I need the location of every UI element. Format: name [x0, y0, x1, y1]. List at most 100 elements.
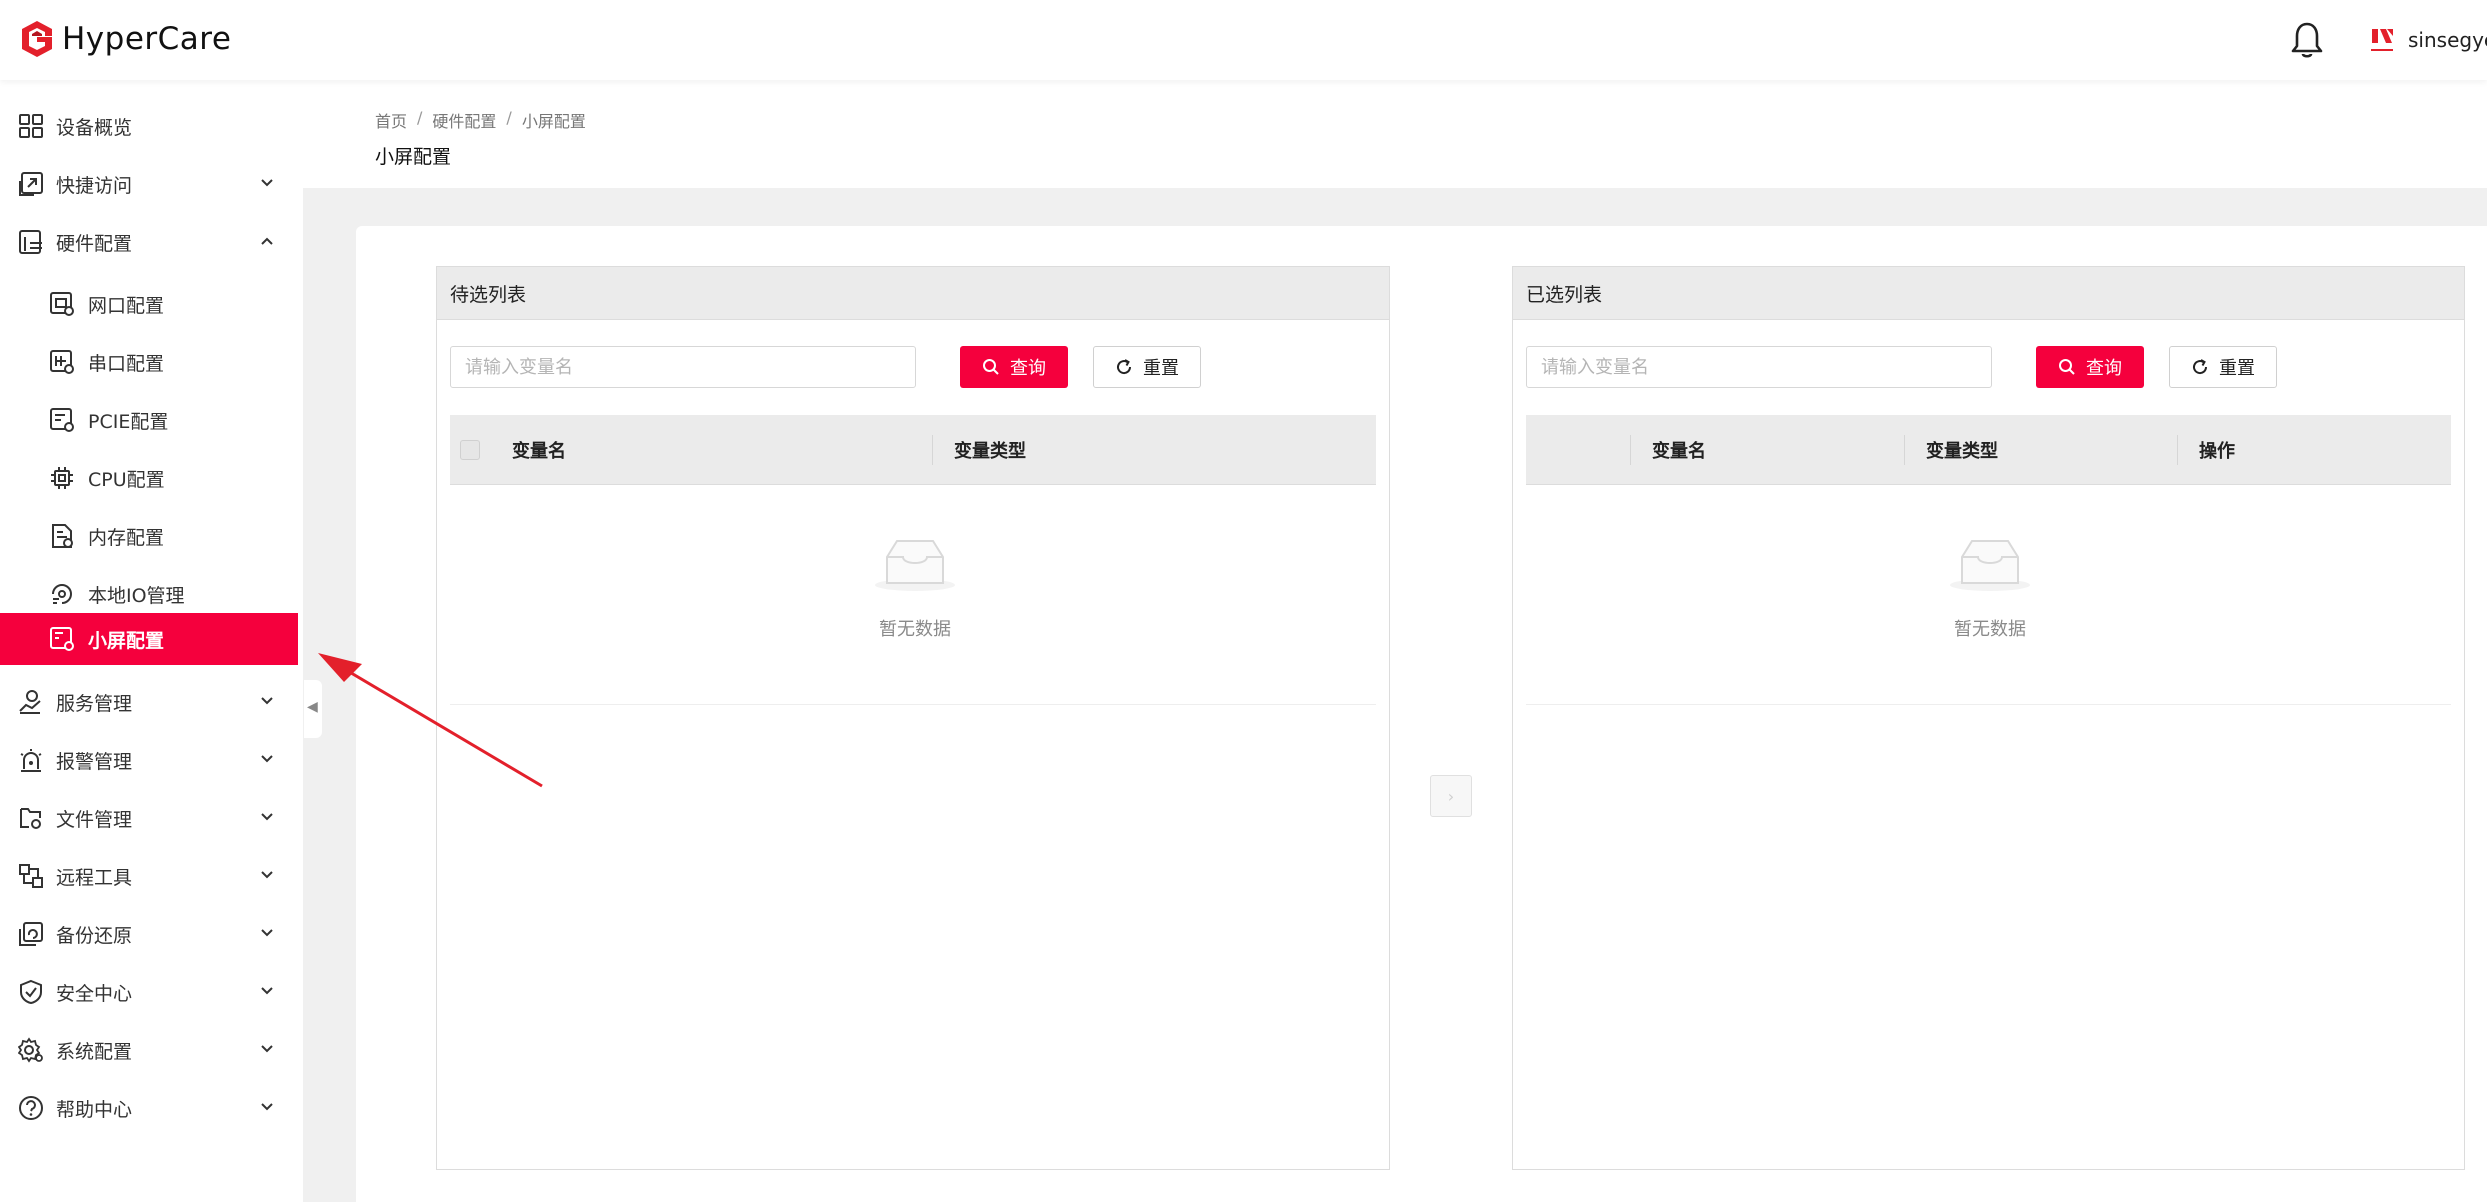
chevron-down-icon [261, 1045, 273, 1053]
chevron-down-icon [261, 179, 273, 187]
sidebar-item-label: 服务管理 [56, 692, 133, 715]
sidebar-item-label: 报警管理 [56, 750, 133, 773]
shield-icon [20, 979, 42, 1005]
sidebar-item-alarm[interactable]: 报警管理 [0, 734, 298, 786]
candidate-search-input[interactable] [450, 346, 916, 388]
sidebar-item-memory[interactable]: 内存配置 [0, 510, 298, 562]
sidebar-item-network-port[interactable]: 网口配置 [0, 278, 298, 330]
serial-port-icon [50, 350, 74, 374]
shortcut-icon [19, 172, 43, 196]
sidebar-item-file[interactable]: 文件管理 [0, 792, 298, 844]
remote-icon [19, 864, 43, 888]
breadcrumb-separator: / [417, 108, 423, 127]
selected-search-input[interactable] [1526, 346, 1992, 388]
sidebar-item-remote-tools[interactable]: 远程工具 [0, 850, 298, 902]
candidate-reset-button[interactable]: 重置 [1093, 346, 1201, 388]
chevron-right-icon: › [1447, 786, 1455, 806]
reset-label: 重置 [2219, 358, 2255, 379]
candidate-list-panel: 待选列表 查询 重置 变量名 变量类型 暂无数据 [436, 266, 1390, 1170]
sidebar-item-label: 小屏配置 [88, 629, 165, 652]
sidebar-item-label: 硬件配置 [56, 232, 133, 255]
sidebar-item-label: 设备概览 [56, 116, 133, 139]
reset-label: 重置 [1143, 358, 1179, 379]
file-icon [20, 808, 41, 829]
breadcrumb-bar: 首页 / 硬件配置 / 小屏配置 小屏配置 [303, 80, 2487, 188]
screen-icon [50, 627, 74, 651]
sidebar-item-label: PCIE配置 [88, 410, 169, 433]
user-menu[interactable]: sinsegye [2368, 20, 2487, 60]
breadcrumb-separator: / [506, 108, 512, 127]
chevron-up-icon [261, 237, 273, 245]
empty-text: 暂无数据 [879, 619, 951, 640]
sidebar-item-pcie[interactable]: PCIE配置 [0, 394, 298, 446]
column-divider [1630, 435, 1631, 465]
sidebar-item-label: 快捷访问 [56, 174, 133, 197]
network-port-icon [50, 292, 74, 316]
chevron-down-icon [261, 929, 273, 937]
refresh-icon [1117, 359, 1132, 375]
column-header-variable-type[interactable]: 变量类型 [954, 415, 1026, 485]
query-label: 查询 [1010, 358, 1046, 379]
sidebar-item-security[interactable]: 安全中心 [0, 966, 298, 1018]
brand-avatar-icon [2371, 29, 2393, 51]
breadcrumb-home[interactable]: 首页 [375, 108, 407, 132]
chevron-down-icon [261, 755, 273, 763]
collapse-arrow-icon: ◀ [307, 699, 318, 715]
column-header-variable-type[interactable]: 变量类型 [1926, 415, 1998, 485]
service-icon [19, 690, 41, 714]
memory-icon [52, 524, 73, 548]
sidebar-collapse-handle[interactable]: ◀ [304, 680, 322, 738]
sidebar-item-label: 内存配置 [88, 526, 165, 549]
breadcrumb-current: 小屏配置 [521, 112, 586, 131]
empty-inbox-icon [875, 540, 955, 591]
transfer-right-button[interactable]: › [1430, 775, 1472, 817]
sidebar-item-backup-restore[interactable]: 备份还原 [0, 908, 298, 960]
column-header-variable-name[interactable]: 变量名 [512, 415, 566, 485]
pcie-icon [50, 408, 74, 432]
candidate-query-button[interactable]: 查询 [960, 346, 1068, 388]
hypercare-logo-icon [22, 21, 52, 57]
sidebar-item-serial-port[interactable]: 串口配置 [0, 336, 298, 388]
empty-state: 暂无数据 [1526, 485, 2451, 705]
page-title: 小屏配置 [375, 146, 452, 168]
sidebar-item-label: 本地IO管理 [88, 584, 185, 607]
panel-title: 已选列表 [1513, 267, 2464, 320]
cpu-icon [51, 467, 73, 489]
chevron-down-icon [261, 871, 273, 879]
sidebar-item-device-overview[interactable]: 设备概览 [0, 100, 298, 152]
grid-icon [19, 114, 43, 138]
chevron-down-icon [261, 987, 273, 995]
sidebar-item-label: 帮助中心 [56, 1098, 133, 1121]
column-divider [2177, 435, 2178, 465]
sidebar-item-small-screen[interactable]: 小屏配置 [0, 613, 298, 665]
select-all-checkbox[interactable] [460, 440, 480, 460]
app-name: HyperCare [62, 21, 232, 57]
breadcrumb-hardware[interactable]: 硬件配置 [432, 108, 496, 132]
hardware-icon [19, 230, 42, 254]
column-header-variable-name[interactable]: 变量名 [1652, 415, 1706, 485]
search-icon [983, 359, 999, 375]
sidebar-item-label: 备份还原 [56, 924, 133, 947]
chevron-down-icon [261, 697, 273, 705]
sidebar-item-service[interactable]: 服务管理 [0, 676, 298, 728]
selected-reset-button[interactable]: 重置 [2169, 346, 2277, 388]
bell-icon[interactable] [2290, 20, 2324, 60]
sidebar-item-help[interactable]: 帮助中心 [0, 1082, 298, 1134]
column-divider [932, 435, 933, 465]
empty-state: 暂无数据 [450, 485, 1376, 705]
query-label: 查询 [2086, 358, 2122, 379]
sidebar-item-system-config[interactable]: 系统配置 [0, 1024, 298, 1076]
search-icon [2059, 359, 2075, 375]
sidebar-item-quick-access[interactable]: 快捷访问 [0, 158, 298, 210]
settings-icon [18, 1037, 43, 1063]
refresh-icon [2193, 359, 2208, 375]
sidebar-item-label: 串口配置 [88, 352, 165, 375]
sidebar-item-label: 安全中心 [56, 982, 133, 1005]
app-logo[interactable]: HyperCare [18, 18, 231, 60]
selected-query-button[interactable]: 查询 [2036, 346, 2144, 388]
backup-icon [19, 922, 43, 946]
column-header-actions: 操作 [2199, 441, 2235, 462]
sidebar-item-hardware-config[interactable]: 硬件配置 [0, 216, 298, 268]
sidebar-item-cpu[interactable]: CPU配置 [0, 452, 298, 504]
help-icon [19, 1096, 43, 1120]
